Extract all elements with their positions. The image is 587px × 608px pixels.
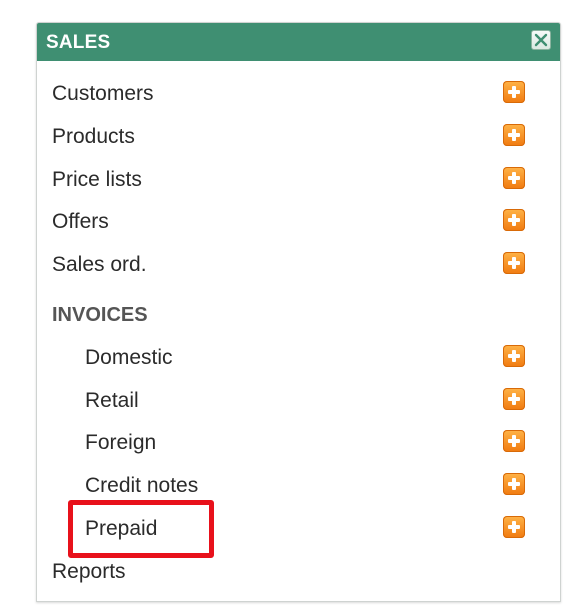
plus-icon[interactable] [503, 345, 525, 367]
menu-item-label: Price lists [52, 168, 142, 191]
menu-item-label: Sales ord. [52, 253, 147, 276]
plus-icon[interactable] [503, 388, 525, 410]
menu-item-sales-orders[interactable]: Sales ord. [37, 247, 560, 283]
menu-item-reports[interactable]: Reports [37, 554, 560, 590]
section-heading-invoices: INVOICES [52, 304, 148, 326]
menu-item-label: Customers [52, 82, 154, 105]
close-button[interactable] [531, 30, 551, 50]
menu-item-label: Reports [52, 560, 126, 583]
menu-item-label: Foreign [85, 431, 157, 454]
menu-item-label: Products [52, 125, 135, 148]
plus-icon[interactable] [503, 430, 525, 452]
panel-title: SALES [46, 32, 111, 53]
menu-item-offers[interactable]: Offers [37, 204, 560, 240]
plus-icon[interactable] [503, 124, 525, 146]
menu-item-customers[interactable]: Customers [37, 76, 560, 112]
menu-item-label: Domestic [85, 346, 173, 369]
menu-item-prepaid[interactable]: Prepaid [37, 511, 560, 547]
menu-item-label: Credit notes [85, 474, 199, 497]
menu-item-label: Prepaid [85, 517, 158, 540]
plus-icon[interactable] [503, 81, 525, 103]
menu-item-label: Retail [85, 389, 139, 412]
sales-panel: SALES Customers Products Price lists Off… [36, 22, 561, 602]
plus-icon[interactable] [503, 167, 525, 189]
panel-header: SALES [37, 23, 560, 61]
plus-icon[interactable] [503, 473, 525, 495]
plus-icon[interactable] [503, 209, 525, 231]
menu-item-domestic[interactable]: Domestic [37, 340, 560, 376]
menu-item-foreign[interactable]: Foreign [37, 425, 560, 461]
menu-item-credit-notes[interactable]: Credit notes [37, 468, 560, 504]
menu-item-price-lists[interactable]: Price lists [37, 162, 560, 198]
menu-item-products[interactable]: Products [37, 119, 560, 155]
close-icon [534, 33, 548, 47]
menu-item-retail[interactable]: Retail [37, 383, 560, 419]
plus-icon[interactable] [503, 516, 525, 538]
menu-item-label: Offers [52, 210, 109, 233]
plus-icon[interactable] [503, 252, 525, 274]
